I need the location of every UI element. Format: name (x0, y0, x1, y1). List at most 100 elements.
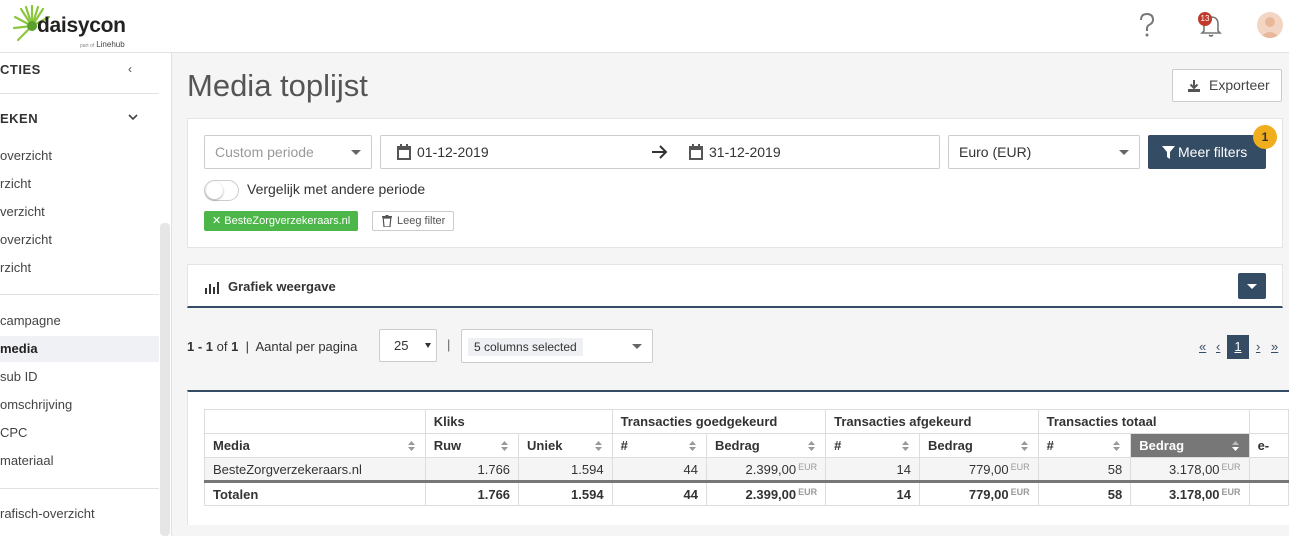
col-header-totaal-bedrag[interactable]: Bedrag (1130, 433, 1250, 458)
table-row[interactable]: BesteZorgverzekeraars.nl 1.766 1.594 44 … (204, 457, 1289, 483)
sidebar-item-overzicht-2[interactable]: rzicht (0, 171, 159, 197)
col-header-afgekeurd-count[interactable]: # (825, 433, 921, 458)
more-filters-button[interactable]: Meer filters (1148, 135, 1266, 169)
cell-afgekeurd-bedrag: 779,00 EUR (919, 457, 1039, 483)
currency-suffix: EUR (1221, 486, 1241, 497)
daisycon-logo[interactable]: daisycon part of Linehub (12, 2, 142, 50)
filter-icon (1162, 146, 1175, 159)
user-avatar-icon (1260, 17, 1280, 38)
sidebar-section-acties[interactable]: CTIES (0, 62, 41, 77)
sidebar-item-grafisch-overzicht[interactable]: rafisch-overzicht (0, 501, 159, 527)
export-button[interactable]: Exporteer (1172, 69, 1282, 102)
col-label: # (620, 438, 628, 453)
cell-total-uniek: 1.594 (518, 481, 613, 506)
amount: 3.178,00 (1168, 461, 1220, 477)
of-label: of (216, 339, 228, 354)
amount: 2.399,00 (745, 486, 797, 502)
sidebar-item-materiaal[interactable]: materiaal (0, 448, 159, 474)
calendar-icon (397, 144, 411, 160)
result-range: 1 - 1 of 1 | Aantal per pagina (187, 339, 358, 354)
col-header-goedgekeurd-bedrag[interactable]: Bedrag (705, 433, 827, 458)
sort-icon (902, 441, 910, 451)
sidebar-item-overzicht-1[interactable]: overzicht (0, 143, 159, 169)
caret-down-icon (425, 343, 431, 348)
per-page-select[interactable]: 25 (379, 329, 437, 362)
cell-totaal-bedrag: 3.178,00 EUR (1130, 457, 1250, 483)
col-label: Uniek (527, 438, 563, 453)
clear-filter-button[interactable]: Leeg filter (372, 211, 455, 231)
more-filters-label: Meer filters (1178, 144, 1248, 160)
cell-afgekeurd-count: 14 (825, 457, 921, 483)
currency-suffix: EUR (1010, 486, 1030, 497)
group-header-goedgekeurd: Transacties goedgekeurd (611, 409, 827, 434)
cell-totaal-count: 58 (1037, 457, 1132, 483)
first-page-link[interactable]: « (1199, 339, 1206, 354)
next-page-link[interactable]: › (1256, 339, 1260, 354)
export-label: Exporteer (1209, 77, 1270, 93)
caret-down-icon (632, 344, 642, 349)
logo-sub-small: part of (80, 43, 95, 49)
col-label: Bedrag (928, 438, 973, 453)
col-header-goedgekeurd-count[interactable]: # (611, 433, 707, 458)
col-header-totaal-count[interactable]: # (1037, 433, 1132, 458)
sort-icon (407, 441, 415, 451)
cell-media[interactable]: BesteZorgverzekeraars.nl (204, 457, 426, 483)
sidebar-item-overzicht-3[interactable]: verzicht (0, 199, 159, 225)
date-to[interactable]: 31-12-2019 (709, 136, 781, 168)
page-title: Media toplijst (187, 68, 368, 103)
chevron-left-icon[interactable]: ‹ (128, 62, 132, 76)
group-header-empty (1248, 409, 1289, 434)
col-header-media[interactable]: Media (204, 433, 426, 458)
sidebar-scrollbar[interactable] (160, 223, 170, 536)
currency-select[interactable]: Euro (EUR) (948, 135, 1140, 169)
sidebar-item-media[interactable]: media (0, 336, 159, 362)
download-icon (1188, 80, 1200, 92)
chevron-down-icon[interactable] (128, 113, 138, 121)
date-from[interactable]: 01-12-2019 (417, 136, 489, 168)
col-header-afgekeurd-bedrag[interactable]: Bedrag (919, 433, 1039, 458)
caret-down-icon (1119, 150, 1129, 155)
sidebar-item-cpc[interactable]: CPC (0, 420, 159, 446)
last-page-link[interactable]: » (1271, 339, 1278, 354)
currency-suffix: EUR (798, 461, 818, 472)
active-filter-tag[interactable]: ✕ BesteZorgverzekeraars.nl (204, 211, 359, 231)
graph-panel: Grafiek weergave (187, 264, 1283, 308)
sidebar-item-omschrijving[interactable]: omschrijving (0, 392, 159, 418)
col-header-extra[interactable]: e- (1248, 433, 1289, 458)
total-value: 1 (231, 339, 239, 354)
sidebar-item-overzicht-5[interactable]: rzicht (0, 255, 159, 281)
sidebar-item-sub-id[interactable]: sub ID (0, 364, 159, 390)
amount: 3.178,00 (1168, 486, 1220, 502)
col-label: Media (213, 438, 250, 453)
bar-chart-icon (205, 282, 219, 294)
col-label: # (1046, 438, 1054, 453)
cell-total-totaal-count: 58 (1037, 481, 1132, 506)
period-select[interactable]: Custom periode (204, 135, 372, 169)
remove-x-icon[interactable]: ✕ (212, 215, 224, 227)
currency-suffix: EUR (1010, 461, 1030, 472)
help-icon[interactable] (1137, 12, 1157, 38)
prev-page-link[interactable]: ‹ (1216, 339, 1220, 354)
sidebar-section-rekenen[interactable]: EKEN (0, 111, 38, 126)
columns-select[interactable]: 5 columns selected (461, 329, 653, 363)
cell-extra (1248, 481, 1289, 506)
col-header-ruw[interactable]: Ruw (424, 433, 520, 458)
sidebar-divider (0, 93, 159, 94)
date-range-picker[interactable]: 01-12-2019 31-12-2019 (380, 135, 940, 169)
col-header-uniek[interactable]: Uniek (518, 433, 613, 458)
avatar[interactable] (1257, 12, 1283, 38)
sidebar-item-overzicht-4[interactable]: overzicht (0, 227, 159, 253)
sort-icon (1113, 441, 1121, 451)
sort-icon (808, 441, 816, 451)
compare-period-toggle[interactable] (204, 180, 239, 201)
graph-title[interactable]: Grafiek weergave (228, 279, 336, 294)
cell-total-totaal-bedrag: 3.178,00 EUR (1130, 481, 1250, 506)
col-label: Ruw (433, 438, 462, 453)
current-page[interactable]: 1 (1227, 335, 1249, 359)
filter-count-badge: 1 (1253, 125, 1277, 149)
logo-text: daisycon (37, 14, 126, 37)
active-filter-label: BesteZorgverzekeraars.nl (224, 215, 351, 227)
graph-dropdown-button[interactable] (1238, 273, 1266, 299)
sidebar-item-campagne[interactable]: campagne (0, 308, 159, 334)
currency-select-value: Euro (EUR) (959, 144, 1032, 160)
